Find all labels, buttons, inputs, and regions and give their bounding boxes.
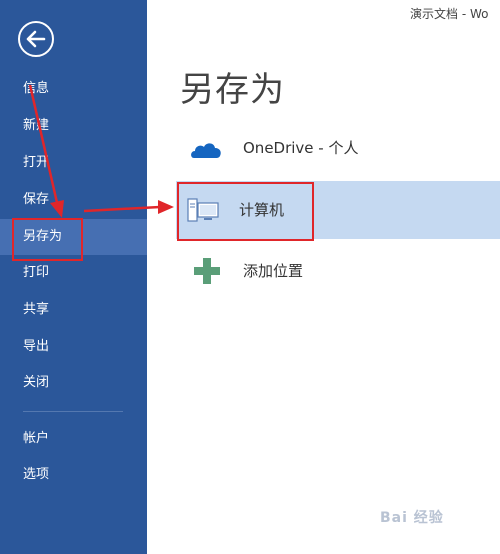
place-add-location[interactable]: 添加位置: [180, 243, 500, 299]
place-label: 添加位置: [243, 262, 304, 280]
nav-export[interactable]: 导出: [0, 329, 147, 365]
sidebar-divider: [23, 411, 123, 412]
backstage-content: 演示文档 - Wo 另存为 OneDrive - 个人 计算机 添加位置: [147, 0, 500, 554]
onedrive-cloud-icon: [191, 143, 221, 158]
nav-share[interactable]: 共享: [0, 292, 147, 328]
nav-close[interactable]: 关闭: [0, 365, 147, 401]
document-title: 演示文档 - Wo: [410, 7, 489, 21]
back-arrow-icon: [26, 30, 46, 48]
nav-account[interactable]: 帐户: [0, 421, 147, 457]
annotation-box-save-as: [12, 218, 83, 261]
annotation-box-computer: [177, 182, 314, 241]
nav-save[interactable]: 保存: [0, 182, 147, 218]
nav-options[interactable]: 选项: [0, 457, 147, 493]
place-onedrive[interactable]: OneDrive - 个人: [180, 120, 500, 176]
nav-info[interactable]: 信息: [0, 71, 147, 107]
place-label: OneDrive - 个人: [243, 139, 359, 157]
watermark: Bai 经验: [380, 510, 444, 526]
back-button[interactable]: [18, 21, 54, 57]
nav-open[interactable]: 打开: [0, 145, 147, 181]
page-title: 另存为: [180, 70, 285, 110]
backstage-sidebar: 信息 新建 打开 保存 另存为 打印 共享 导出 关闭 帐户 选项: [0, 0, 147, 554]
add-plus-icon: [194, 258, 220, 284]
nav-new[interactable]: 新建: [0, 108, 147, 144]
